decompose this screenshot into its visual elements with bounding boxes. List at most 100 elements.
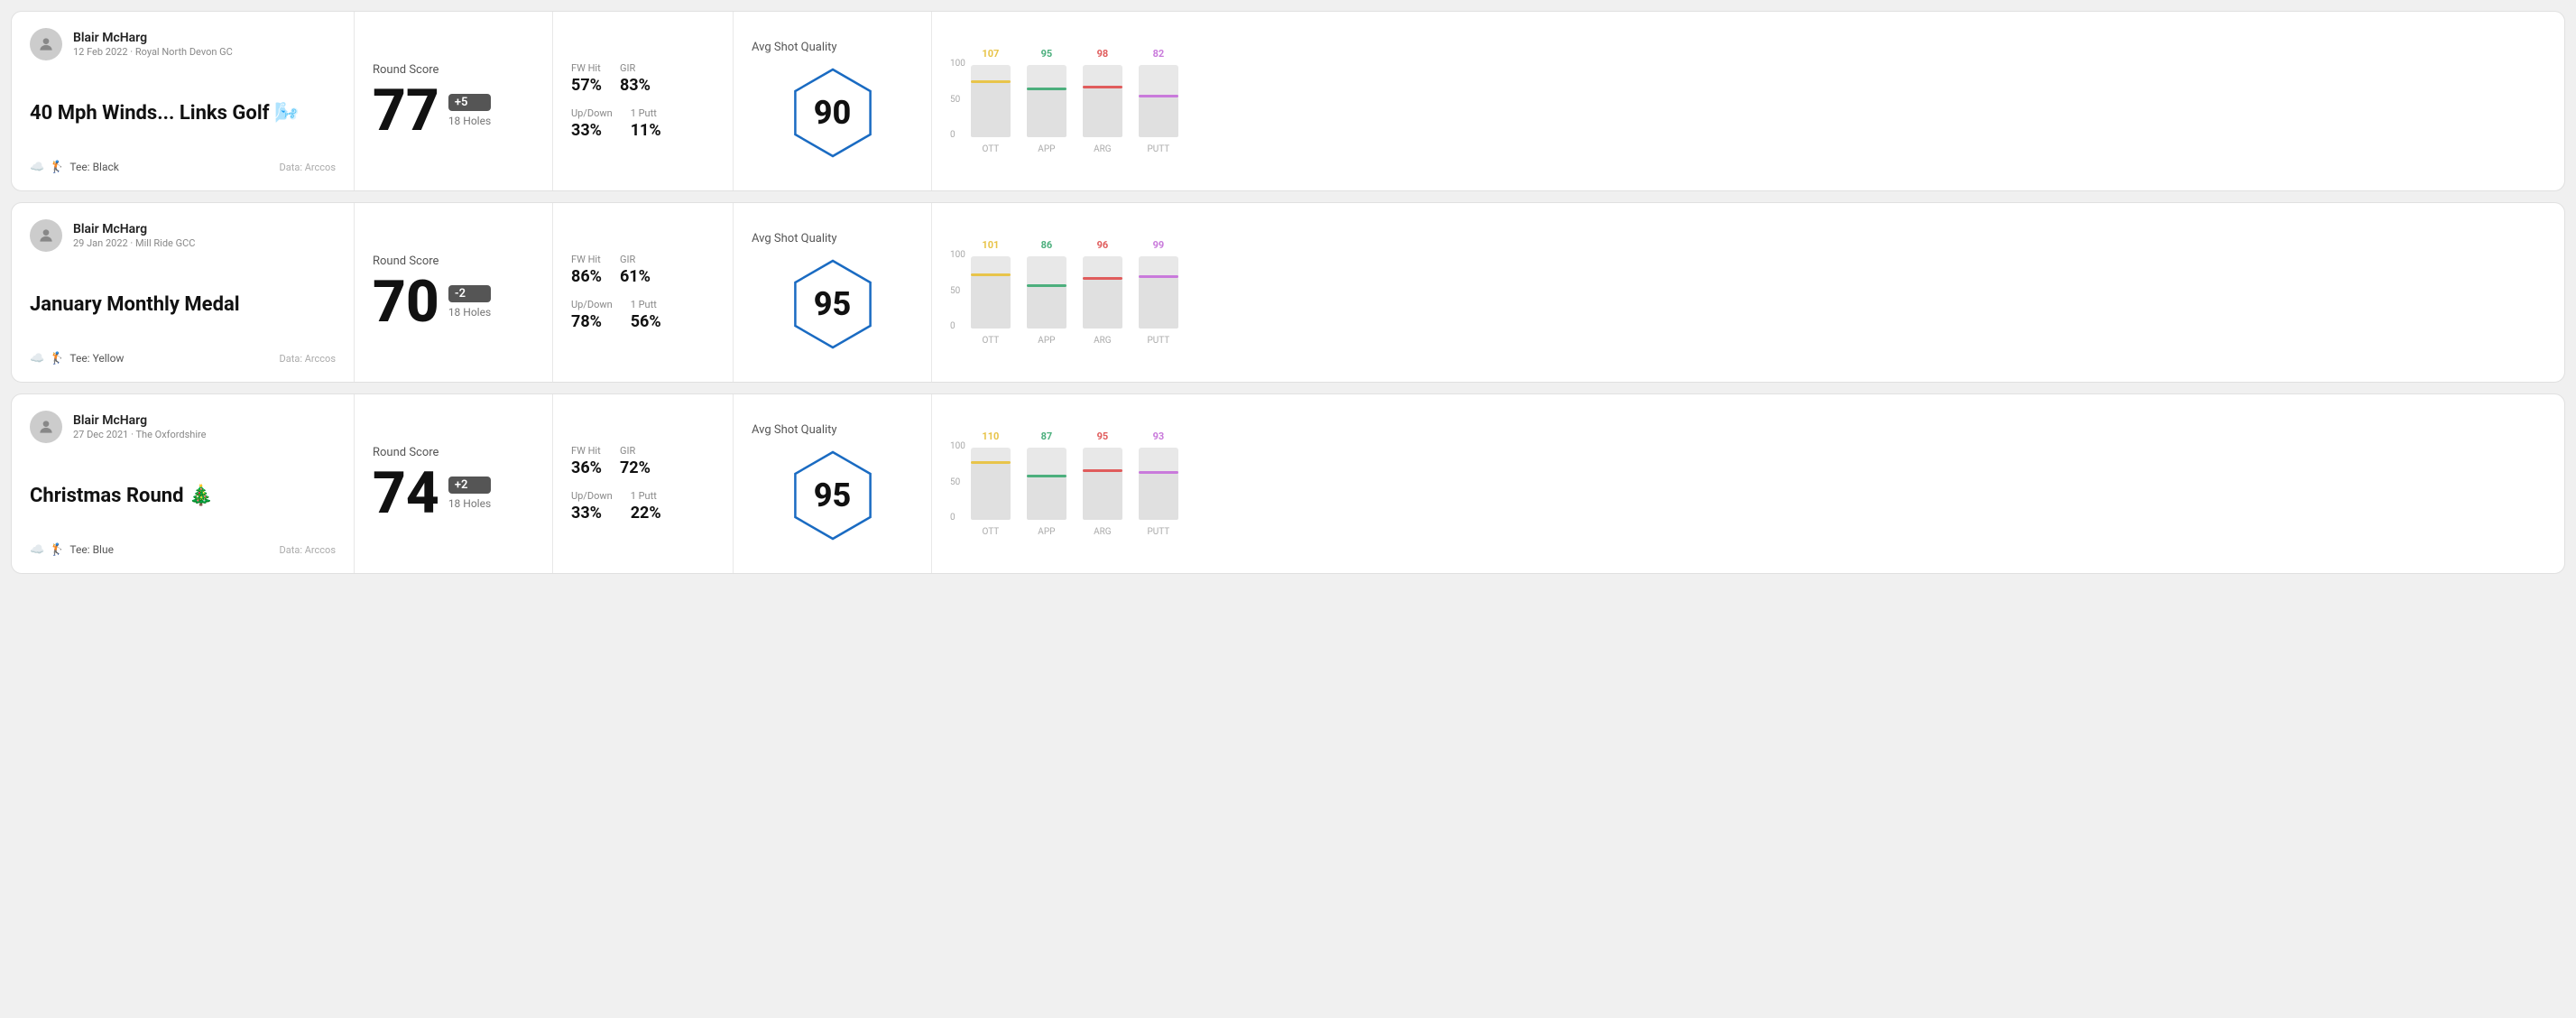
gir: GIR83% bbox=[620, 62, 651, 95]
round-title: Christmas Round 🎄 bbox=[30, 485, 336, 508]
chart-label-app: APP bbox=[1038, 527, 1055, 537]
tee-label: Tee: Yellow bbox=[69, 352, 124, 365]
score-badge-col: -2 18 Holes bbox=[448, 285, 491, 319]
y-label: 0 bbox=[950, 321, 965, 331]
score-badge: +5 bbox=[448, 94, 491, 111]
score-number: 77 bbox=[373, 82, 439, 140]
chart-col-ott: 101OTT bbox=[971, 239, 1011, 346]
stats-row-2: Up/Down33%1 Putt22% bbox=[571, 490, 715, 523]
chart-value-ott: 107 bbox=[982, 48, 999, 60]
y-labels: 100500 bbox=[950, 250, 965, 331]
score-label: Round Score bbox=[373, 255, 534, 268]
score-label: Round Score bbox=[373, 63, 534, 77]
card-quality: Avg Shot Quality 90 bbox=[734, 12, 932, 190]
bar-marker-putt bbox=[1139, 471, 1178, 474]
tee-label: Tee: Black bbox=[69, 161, 118, 173]
chart-value-arg: 96 bbox=[1097, 239, 1109, 251]
weather-icon: ☁️ bbox=[30, 543, 44, 557]
tee-label: Tee: Blue bbox=[69, 543, 114, 556]
chart-value-ott: 110 bbox=[982, 430, 999, 442]
gir-label: GIR bbox=[620, 445, 651, 457]
bar-marker-arg bbox=[1083, 277, 1122, 280]
avatar bbox=[30, 411, 62, 443]
holes-label: 18 Holes bbox=[448, 115, 491, 127]
up-down-label: Up/Down bbox=[571, 299, 613, 310]
up-down-label: Up/Down bbox=[571, 490, 613, 502]
up-down-value: 33% bbox=[571, 504, 613, 523]
bar-marker-putt bbox=[1139, 275, 1178, 278]
chart-label-arg: ARG bbox=[1094, 336, 1112, 346]
card-score: Round Score 70 -2 18 Holes bbox=[355, 203, 553, 382]
fw-hit-label: FW Hit bbox=[571, 254, 602, 265]
card-left-round3: Blair McHarg27 Dec 2021 · The Oxfordshir… bbox=[12, 394, 355, 573]
quality-label: Avg Shot Quality bbox=[752, 423, 837, 437]
fw-hit: FW Hit 57% bbox=[571, 62, 602, 95]
chart-col-putt: 93PUTT bbox=[1139, 430, 1178, 537]
card-quality: Avg Shot Quality 95 bbox=[734, 394, 932, 573]
gir: GIR61% bbox=[620, 254, 651, 286]
card-stats: FW Hit 57% GIR83%Up/Down33% 1 Putt 11% bbox=[553, 12, 734, 190]
chart-label-putt: PUTT bbox=[1147, 144, 1169, 154]
y-label: 50 bbox=[950, 95, 965, 105]
y-label: 0 bbox=[950, 130, 965, 140]
bar-marker-app bbox=[1027, 475, 1066, 477]
y-labels: 100500 bbox=[950, 441, 965, 523]
stats-row-1: FW Hit36% GIR72% bbox=[571, 445, 715, 477]
chart-value-arg: 95 bbox=[1097, 430, 1109, 442]
gir: GIR72% bbox=[620, 445, 651, 477]
one-putt-value: 22% bbox=[631, 504, 661, 523]
card-chart: 100500101OTT86APP96ARG99PUTT bbox=[932, 203, 2564, 382]
chart-col-ott: 107OTT bbox=[971, 48, 1011, 154]
gir-value: 72% bbox=[620, 458, 651, 477]
gir-label: GIR bbox=[620, 62, 651, 74]
stats-row-2: Up/Down33% 1 Putt 11% bbox=[571, 107, 715, 140]
up-down: Up/Down33% bbox=[571, 107, 613, 140]
up-down: Up/Down78% bbox=[571, 299, 613, 331]
fw-hit-value: 57% bbox=[571, 76, 602, 95]
chart-value-ott: 101 bbox=[982, 239, 999, 251]
bag-icon: 🏌️ bbox=[50, 543, 64, 557]
score-number: 70 bbox=[373, 273, 439, 331]
quality-label: Avg Shot Quality bbox=[752, 41, 837, 54]
one-putt-label: 1 Putt bbox=[631, 107, 661, 119]
card-footer: ☁️🏌️Tee: BlackData: Arccos bbox=[30, 161, 336, 174]
stats-row-2: Up/Down78%1 Putt56% bbox=[571, 299, 715, 331]
hex-score: 95 bbox=[814, 477, 852, 514]
fw-hit: FW Hit36% bbox=[571, 445, 602, 477]
score-badge: -2 bbox=[448, 285, 491, 302]
holes-label: 18 Holes bbox=[448, 306, 491, 319]
bars-group: 110OTT87APP95ARG93PUTT bbox=[971, 430, 1178, 537]
card-footer: ☁️ 🏌️ Tee: Blue Data: Arccos bbox=[30, 543, 336, 557]
one-putt-value: 11% bbox=[631, 121, 661, 140]
hex-score: 90 bbox=[814, 94, 852, 132]
data-source: Data: Arccos bbox=[280, 544, 336, 556]
round-title: January Monthly Medal bbox=[30, 293, 336, 317]
fw-hit-value: 36% bbox=[571, 458, 602, 477]
y-labels: 100500 bbox=[950, 59, 965, 140]
chart-col-arg: 96 ARG bbox=[1083, 239, 1122, 346]
chart-value-app: 86 bbox=[1041, 239, 1053, 251]
one-putt-label: 1 Putt bbox=[631, 299, 661, 310]
score-row: 70 -2 18 Holes bbox=[373, 273, 534, 331]
up-down-value: 33% bbox=[571, 121, 613, 140]
player-info: Blair McHarg29 Jan 2022 · Mill Ride GCC bbox=[73, 222, 195, 249]
player-info: Blair McHarg27 Dec 2021 · The Oxfordshir… bbox=[73, 413, 206, 440]
chart-col-arg: 98ARG bbox=[1083, 48, 1122, 154]
chart-label-app: APP bbox=[1038, 336, 1055, 346]
chart-col-app: 95APP bbox=[1027, 48, 1066, 154]
bar-marker-ott bbox=[971, 273, 1011, 276]
card-left-round2: Blair McHarg29 Jan 2022 · Mill Ride GCC J… bbox=[12, 203, 355, 382]
y-label: 100 bbox=[950, 441, 965, 451]
chart-label-app: APP bbox=[1038, 144, 1055, 154]
fw-hit-label: FW Hit bbox=[571, 62, 602, 74]
chart-wrapper: 100500107OTT95APP98ARG82PUTT bbox=[950, 48, 2546, 154]
player-meta: 27 Dec 2021 · The Oxfordshire bbox=[73, 429, 206, 440]
rounds-container: Blair McHarg12 Feb 2022 · Royal North De… bbox=[11, 11, 2565, 574]
chart-col-arg: 95ARG bbox=[1083, 430, 1122, 537]
weather-icon: ☁️ bbox=[30, 161, 44, 174]
card-left-round1: Blair McHarg12 Feb 2022 · Royal North De… bbox=[12, 12, 355, 190]
round-card-round3: Blair McHarg27 Dec 2021 · The Oxfordshir… bbox=[11, 393, 2565, 574]
gir-label: GIR bbox=[620, 254, 651, 265]
chart-value-arg: 98 bbox=[1097, 48, 1109, 60]
y-label: 50 bbox=[950, 477, 965, 487]
